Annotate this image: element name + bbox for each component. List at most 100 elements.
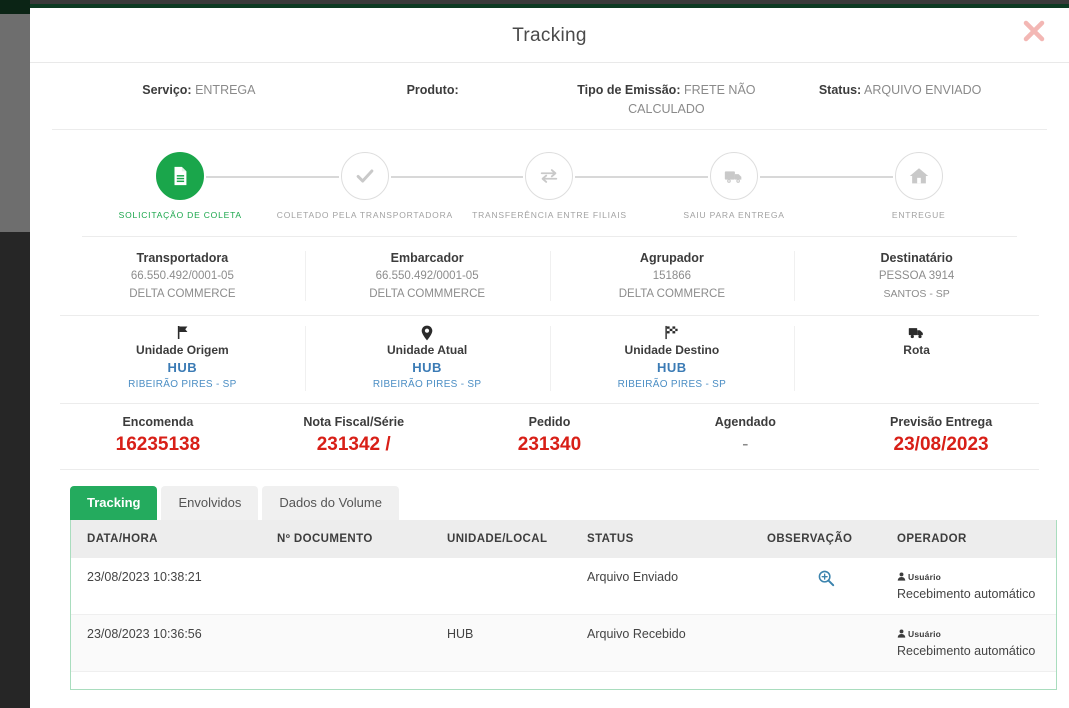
step-label: TRANSFERÊNCIA ENTRE FILIAIS [472,210,627,220]
backdrop-band-dark [0,232,30,708]
cell-status: Arquivo Recebido [581,614,761,672]
tab-panel-tracking: DATA/HORA Nº DOCUMENTO UNIDADE/LOCAL STA… [70,520,1057,690]
magnifier-plus-icon[interactable] [817,569,835,587]
cell-operador: Usuário Recebimento automático [891,614,1056,672]
cell-status: Arquivo Enviado [581,558,761,615]
step-transferencia-entre-filiais[interactable]: TRANSFERÊNCIA ENTRE FILIAIS [457,152,708,222]
cell-unidade-local: HUB [441,614,581,672]
truck-icon [794,324,1039,342]
summary-servico-label: Serviço: [142,83,192,97]
table-body: 23/08/2023 10:38:21 Arquivo Enviado Usuá… [71,558,1056,672]
doc-title: Nota Fiscal/Série [303,415,405,429]
operador-note: Recebimento automático [897,587,1036,601]
unit-city: RIBEIRÃO PIRES - SP [617,379,727,390]
doc-pedido: Pedido 231340 [452,413,648,457]
backdrop-band-grey [0,14,30,232]
unit-atual: Unidade Atual HUB RIBEIRÃO PIRES - SP [304,324,550,393]
cell-documento [271,614,441,672]
party-title: Agrupador [639,251,704,265]
unit-city: RIBEIRÃO PIRES - SP [372,379,482,390]
cell-data-hora: 23/08/2023 10:38:21 [71,558,271,615]
modal-header: Tracking [30,8,1069,63]
close-icon[interactable] [1019,16,1049,46]
unit-code: HUB [167,360,198,375]
parties-row: Transportadora 66.550.492/0001-05 DELTA … [60,237,1039,316]
document-icon [169,165,191,187]
party-name: DELTA COMMERCE [129,288,236,300]
table-row[interactable]: 23/08/2023 10:36:56 HUB Arquivo Recebido… [71,614,1056,672]
flag-icon [60,324,305,342]
tab-tracking[interactable]: Tracking [70,486,158,520]
backdrop-band-top [0,0,30,14]
summary-status-label: Status: [818,83,862,97]
summary-tipo-emissao-label: Tipo de Emissão: [577,83,681,97]
tracking-stepper: SOLICITAÇÃO DE COLETA COLETADO PELA TRAN… [82,130,1017,237]
unit-destino: Unidade Destino HUB RIBEIRÃO PIRES - SP [549,324,795,393]
cell-observacao [761,614,891,672]
party-name: DELTA COMMERCE [618,288,726,300]
step-circle [894,152,943,200]
cell-unidade-local [441,558,581,615]
documents-row: Encomenda 16235138 Nota Fiscal/Série 231… [60,404,1039,470]
unit-code: HUB [657,360,687,375]
doc-value: 16235138 [115,434,201,455]
step-circle [525,152,574,200]
doc-previsao-entrega: Previsão Entrega 23/08/2023 [843,413,1039,457]
party-destinatario: Destinatário PESSOA 3914 SANTOS - SP [794,249,1039,303]
operador-user-label: Usuário [908,572,942,582]
table-row[interactable]: 23/08/2023 10:38:21 Arquivo Enviado Usuá… [71,558,1056,615]
step-label: SOLICITAÇÃO DE COLETA [118,210,242,220]
table-head: DATA/HORA Nº DOCUMENTO UNIDADE/LOCAL STA… [71,520,1056,558]
step-entregue[interactable]: ENTREGUE [826,152,1011,222]
check-icon [354,165,376,187]
summary-servico-value: ENTREGA [195,83,256,97]
doc-nota-fiscal-serie: Nota Fiscal/Série 231342 / [256,413,452,457]
step-circle [156,152,205,200]
party-document: PESSOA 3914 [878,270,955,282]
column-header-operador: OPERADOR [891,520,1056,558]
summary-row: Serviço: ENTREGA Produto: Tipo de Emissã… [52,63,1047,130]
user-icon [897,629,906,638]
party-embarcador: Embarcador 66.550.492/0001-05 DELTA COMM… [304,249,550,303]
doc-value: 23/08/2023 [893,434,989,455]
party-document: 66.550.492/0001-05 [375,270,479,282]
column-header-data-hora: DATA/HORA [71,520,271,558]
unit-title: Unidade Origem [136,343,229,357]
summary-produto-label: Produto: [406,83,459,97]
party-document: 66.550.492/0001-05 [130,270,234,282]
tracking-table: DATA/HORA Nº DOCUMENTO UNIDADE/LOCAL STA… [71,520,1056,672]
operador-user: Usuário [897,626,1050,643]
column-header-status: STATUS [581,520,761,558]
step-circle [710,152,759,200]
column-header-unidade-local: UNIDADE/LOCAL [441,520,581,558]
operador-user: Usuário [897,569,1050,586]
tab-envolvidos[interactable]: Envolvidos [161,486,259,520]
party-name: DELTA COMMMERCE [369,288,486,300]
column-header-documento: Nº DOCUMENTO [271,520,441,558]
summary-status: Status: ARQUIVO ENVIADO [783,81,1017,119]
page-title: Tracking [512,25,587,46]
transfer-arrows-icon [538,165,560,187]
party-title: Transportadora [136,251,229,265]
tab-dados-do-volume[interactable]: Dados do Volume [262,486,399,520]
tab-bar: Tracking Envolvidos Dados do Volume [70,486,1069,520]
unit-city: RIBEIRÃO PIRES - SP [128,379,237,390]
step-saiu-para-entrega[interactable]: SAIU PARA ENTREGA [642,152,893,222]
unit-title: Unidade Atual [387,343,468,357]
doc-agendado: Agendado - [647,413,843,457]
doc-title: Agendado [714,415,776,429]
doc-title: Previsão Entrega [890,415,993,429]
cell-observacao [761,558,891,615]
unit-origem: Unidade Origem HUB RIBEIRÃO PIRES - SP [60,324,305,393]
units-row: Unidade Origem HUB RIBEIRÃO PIRES - SP U… [60,316,1039,404]
summary-servico: Serviço: ENTREGA [82,81,316,119]
truck-icon [723,165,745,187]
party-transportadora: Transportadora 66.550.492/0001-05 DELTA … [60,249,305,303]
unit-rota: Rota [794,324,1039,393]
step-coletado-pela-transportadora[interactable]: COLETADO PELA TRANSPORTADORA [273,152,523,222]
operador-user-label: Usuário [908,629,942,639]
doc-encomenda: Encomenda 16235138 [60,413,256,457]
tracking-modal: Tracking Serviço: ENTREGA Produto: Tipo … [30,4,1069,708]
step-solicitacao-de-coleta[interactable]: SOLICITAÇÃO DE COLETA [88,152,339,222]
checkered-flag-icon [550,324,795,342]
